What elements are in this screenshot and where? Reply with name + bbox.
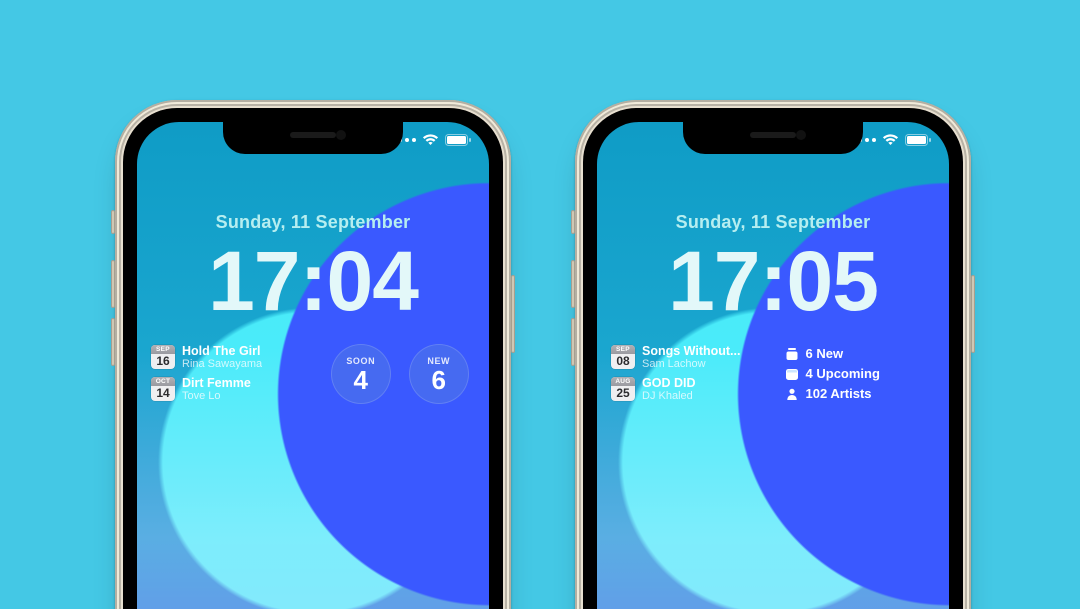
stats-widget[interactable]: 6 New 4 Upcoming — [785, 344, 935, 401]
volume-down-button[interactable] — [571, 318, 575, 366]
release-artist: Tove Lo — [182, 390, 251, 402]
status-bar — [858, 134, 931, 146]
calendar-icon: AUG 25 — [611, 377, 635, 401]
battery-icon — [445, 134, 471, 146]
stat-new: 6 New — [785, 346, 935, 361]
device-notch — [683, 122, 863, 154]
volume-up-button[interactable] — [111, 260, 115, 308]
release-artist: DJ Khaled — [642, 390, 695, 402]
lock-screen: Sunday, 11 September 17:05 SEP 08 Songs … — [597, 122, 949, 609]
mute-switch[interactable] — [111, 210, 115, 234]
releases-widget[interactable]: SEP 08 Songs Without... Sam Lachow — [611, 344, 777, 402]
lockscreen-time: 17:05 — [597, 239, 949, 323]
list-item: AUG 25 GOD DID DJ Khaled — [611, 376, 777, 402]
lockscreen-date: Sunday, 11 September — [137, 212, 489, 233]
list-item: SEP 16 Hold The Girl Rina Sawayama — [151, 344, 317, 370]
status-bar — [398, 134, 471, 146]
wifi-icon — [882, 134, 899, 146]
lock-screen: Sunday, 11 September 17:04 SEP 16 Hold T… — [137, 122, 489, 609]
stat-artists: 102 Artists — [785, 386, 935, 401]
lockscreen-date: Sunday, 11 September — [597, 212, 949, 233]
soon-counter: SOON 4 — [331, 344, 391, 404]
volume-up-button[interactable] — [571, 260, 575, 308]
counters-widget[interactable]: SOON 4 NEW 6 — [325, 344, 475, 404]
volume-down-button[interactable] — [111, 318, 115, 366]
lockscreen-widgets: SEP 08 Songs Without... Sam Lachow — [611, 344, 935, 424]
phone-bezel: Sunday, 11 September 17:05 SEP 08 Songs … — [583, 108, 963, 609]
list-item: OCT 14 Dirt Femme Tove Lo — [151, 376, 317, 402]
release-title: GOD DID — [642, 376, 695, 390]
release-artist: Rina Sawayama — [182, 358, 262, 370]
calendar-icon: SEP 16 — [151, 345, 175, 369]
power-button[interactable] — [511, 275, 515, 353]
lockscreen-time: 17:04 — [137, 239, 489, 323]
calendar-small-icon — [785, 367, 799, 381]
power-button[interactable] — [971, 275, 975, 353]
device-notch — [223, 122, 403, 154]
album-icon — [785, 347, 799, 361]
battery-icon — [905, 134, 931, 146]
phone-bezel: Sunday, 11 September 17:04 SEP 16 Hold T… — [123, 108, 503, 609]
new-counter: NEW 6 — [409, 344, 469, 404]
phone-mockup: Sunday, 11 September 17:04 SEP 16 Hold T… — [115, 100, 511, 609]
release-title: Dirt Femme — [182, 376, 251, 390]
calendar-icon: SEP 08 — [611, 345, 635, 369]
mute-switch[interactable] — [571, 210, 575, 234]
person-icon — [785, 387, 799, 401]
release-artist: Sam Lachow — [642, 358, 740, 370]
phone-mockup: Sunday, 11 September 17:05 SEP 08 Songs … — [575, 100, 971, 609]
release-title: Songs Without... — [642, 344, 740, 358]
release-title: Hold The Girl — [182, 344, 262, 358]
stat-upcoming: 4 Upcoming — [785, 366, 935, 381]
wifi-icon — [422, 134, 439, 146]
list-item: SEP 08 Songs Without... Sam Lachow — [611, 344, 777, 370]
lockscreen-widgets: SEP 16 Hold The Girl Rina Sawayama — [151, 344, 475, 424]
calendar-icon: OCT 14 — [151, 377, 175, 401]
releases-widget[interactable]: SEP 16 Hold The Girl Rina Sawayama — [151, 344, 317, 402]
